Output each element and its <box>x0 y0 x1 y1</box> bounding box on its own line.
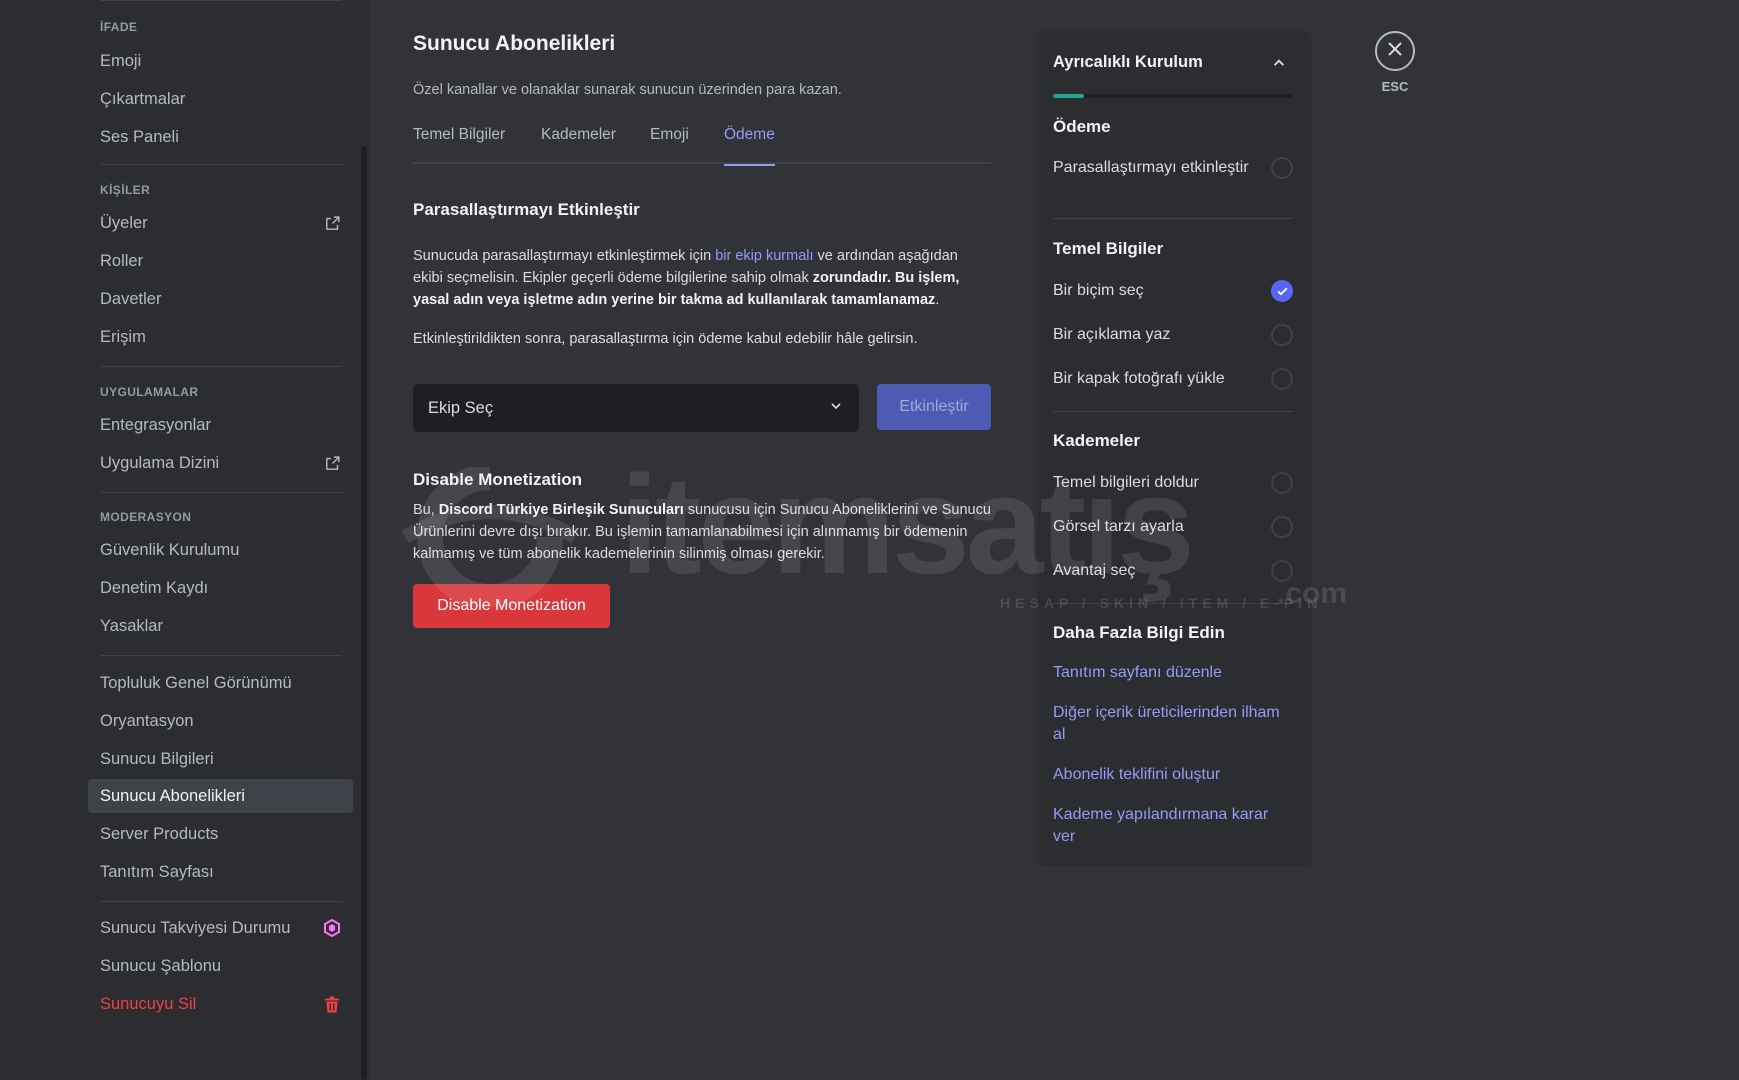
tab-payment[interactable]: Ödeme <box>724 126 775 166</box>
unchecked-circle-icon <box>1271 324 1293 346</box>
team-select[interactable]: Ekip Seç <box>413 384 859 432</box>
learn-more-title: Daha Fazla Bilgi Edin <box>1053 623 1225 642</box>
unchecked-circle-icon <box>1271 472 1293 494</box>
tab-tiers[interactable]: Kademeler <box>541 126 616 164</box>
chevron-down-icon <box>828 398 844 419</box>
sidebar-item-integrations[interactable]: Entegrasyonlar <box>88 408 353 442</box>
sidebar-scrollbar[interactable] <box>361 146 367 1080</box>
checklist-group-tiers: Kademeler <box>1053 431 1140 450</box>
sidebar-item-server-info[interactable]: Sunucu Bilgileri <box>88 742 353 776</box>
checklist-progress-fill <box>1053 94 1085 98</box>
sidebar-item-server-subscriptions[interactable]: Sunucu Abonelikleri <box>88 779 353 813</box>
chevron-up-icon[interactable] <box>1270 54 1288 72</box>
create-team-link[interactable]: bir ekip kurmalı <box>715 248 813 264</box>
sidebar-item-server-products[interactable]: Server Products <box>88 817 353 851</box>
checklist-title: Ayrıcalıklı Kurulum <box>1053 53 1203 71</box>
disable-monetization-title: Disable Monetization <box>413 470 583 489</box>
external-link-icon <box>323 454 341 472</box>
unchecked-circle-icon <box>1271 516 1293 538</box>
unchecked-circle-icon <box>1271 560 1293 582</box>
sidebar-heading-people: KİŞİLER <box>100 183 151 197</box>
checklist-item[interactable]: Görsel tarzı ayarla <box>1053 516 1293 538</box>
checklist-group-payment: Ödeme <box>1053 117 1111 136</box>
checklist-item[interactable]: Bir açıklama yaz <box>1053 324 1293 346</box>
sidebar-item-stickers[interactable]: Çıkartmalar <box>88 82 353 116</box>
disable-monetization-button[interactable]: Disable Monetization <box>413 584 610 628</box>
sidebar-item-access[interactable]: Erişim <box>88 320 353 354</box>
trash-icon <box>323 995 341 1013</box>
sidebar-item-audit-log[interactable]: Denetim Kaydı <box>88 571 353 605</box>
page-title: Sunucu Abonelikleri <box>413 32 616 55</box>
sidebar-item-onboarding[interactable]: Oryantasyon <box>88 704 353 738</box>
checklist-item[interactable]: Bir biçim seç <box>1053 280 1293 302</box>
sidebar-item-promo-page[interactable]: Tanıtım Sayfası <box>88 855 353 889</box>
disable-monetization-description: Bu, Discord Türkiye Birleşik Sunucuları … <box>413 502 991 562</box>
checklist-item[interactable]: Avantaj seç <box>1053 560 1293 582</box>
sidebar-divider <box>100 901 342 902</box>
checklist-divider <box>1053 218 1293 219</box>
close-icon <box>1388 41 1402 61</box>
sidebar-item-server-template[interactable]: Sunucu Şablonu <box>88 949 353 983</box>
sidebar-heading-moderation: MODERASYON <box>100 510 192 524</box>
learn-more-link[interactable]: Tanıtım sayfanı düzenle <box>1053 662 1293 684</box>
sidebar-item-emoji[interactable]: Emoji <box>88 44 353 78</box>
check-circle-icon <box>1271 280 1293 302</box>
sidebar-item-boost-status[interactable]: Sunucu Takviyesi Durumu <box>88 911 353 945</box>
checklist-item[interactable]: Parasallaştırmayı etkinleştir <box>1053 157 1293 179</box>
close-button[interactable] <box>1375 31 1415 71</box>
unchecked-circle-icon <box>1271 368 1293 390</box>
sidebar-divider <box>100 0 342 1</box>
checklist-progress-bar <box>1053 94 1293 98</box>
enable-monetization-description: Sunucuda parasallaştırmayı etkinleştirme… <box>413 248 960 308</box>
sidebar-divider <box>100 492 342 493</box>
sidebar-item-roles[interactable]: Roller <box>88 244 353 278</box>
sidebar-divider <box>100 655 342 656</box>
sidebar-item-members[interactable]: Üyeler <box>88 206 353 240</box>
tab-bar: Temel Bilgiler Kademeler Emoji Ödeme <box>413 126 991 166</box>
checklist-divider <box>1053 603 1293 604</box>
learn-more-link[interactable]: Abonelik teklifini oluştur <box>1053 764 1293 786</box>
checklist-item[interactable]: Temel bilgileri doldur <box>1053 472 1293 494</box>
checklist-group-basics: Temel Bilgiler <box>1053 239 1164 258</box>
enable-monetization-note: Etkinleştirildikten sonra, parasallaştır… <box>413 331 918 347</box>
sidebar-item-safety-setup[interactable]: Güvenlik Kurulumu <box>88 533 353 567</box>
sidebar-divider <box>100 366 342 367</box>
learn-more-link[interactable]: Kademe yapılandırmana karar ver <box>1053 804 1293 848</box>
sidebar-item-soundboard[interactable]: Ses Paneli <box>88 120 353 154</box>
enable-monetization-title: Parasallaştırmayı Etkinleştir <box>413 200 640 219</box>
sidebar-item-bans[interactable]: Yasaklar <box>88 609 353 643</box>
sidebar-item-community-overview[interactable]: Topluluk Genel Görünümü <box>88 666 353 700</box>
enable-button[interactable]: Etkinleştir <box>877 384 991 430</box>
checklist-item[interactable]: Bir kapak fotoğrafı yükle <box>1053 368 1293 390</box>
tab-emoji[interactable]: Emoji <box>650 126 689 164</box>
boost-gem-icon <box>323 919 341 937</box>
checklist-divider <box>1053 411 1293 412</box>
sidebar-heading-ifade: İFADE <box>100 20 138 34</box>
sidebar-divider <box>100 164 342 165</box>
page-subtitle: Özel kanallar ve olanaklar sunarak sunuc… <box>413 82 842 98</box>
unchecked-circle-icon <box>1271 157 1293 179</box>
sidebar-heading-apps: UYGULAMALAR <box>100 385 199 399</box>
sidebar-item-delete-server[interactable]: Sunucuyu Sil <box>88 987 353 1021</box>
sidebar-item-app-directory[interactable]: Uygulama Dizini <box>88 446 353 480</box>
external-link-icon <box>323 214 341 232</box>
learn-more-link[interactable]: Diğer içerik üreticilerinden ilham al <box>1053 702 1293 746</box>
esc-label: ESC <box>1381 79 1409 94</box>
team-select-value: Ekip Seç <box>428 398 494 417</box>
sidebar-item-invites[interactable]: Davetler <box>88 282 353 316</box>
tab-basics[interactable]: Temel Bilgiler <box>413 126 505 164</box>
